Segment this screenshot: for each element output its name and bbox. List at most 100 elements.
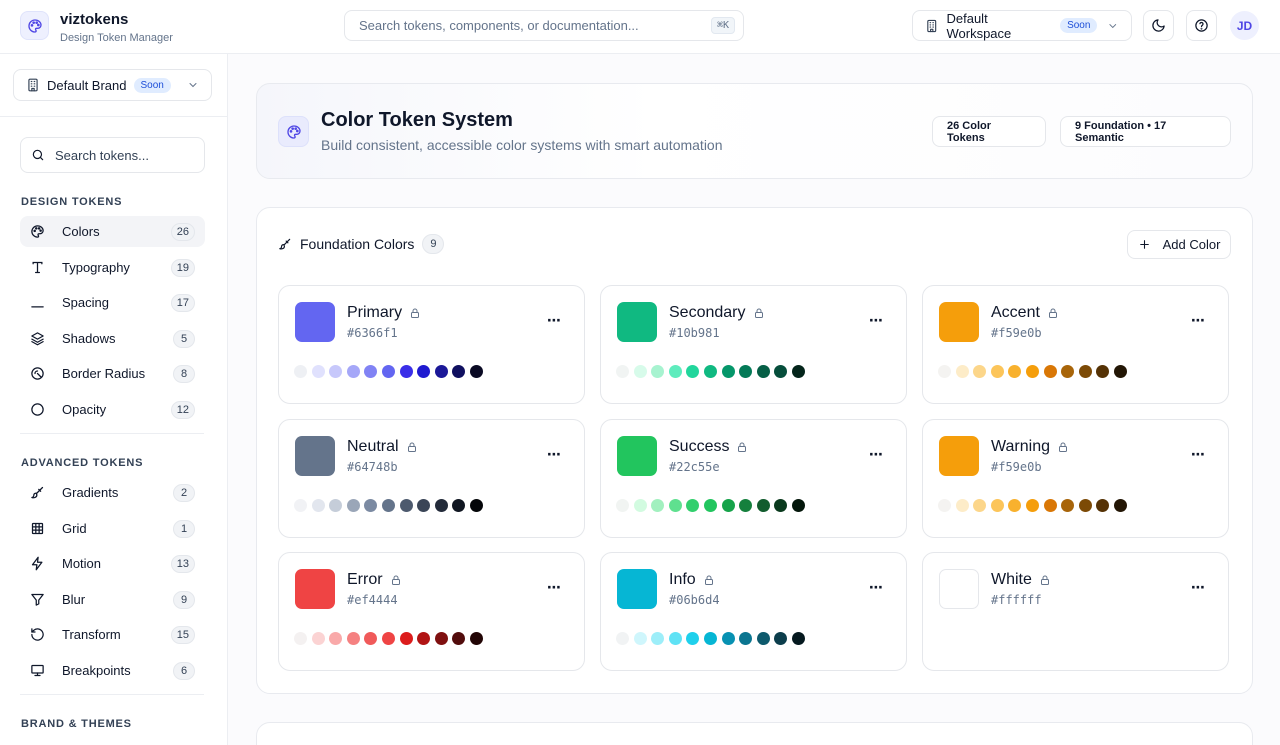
shade-swatch[interactable] <box>616 499 629 512</box>
shade-swatch[interactable] <box>955 365 969 378</box>
shade-swatch[interactable] <box>452 632 466 645</box>
shade-swatch[interactable] <box>381 365 395 378</box>
logo[interactable] <box>20 11 49 40</box>
shade-swatch[interactable] <box>1061 499 1075 512</box>
shade-swatch[interactable] <box>791 499 805 512</box>
sidebar-item-opacity[interactable]: Opacity 12 <box>20 394 205 425</box>
shade-swatch[interactable] <box>633 499 647 512</box>
more-options-icon[interactable]: ⋯ <box>1191 312 1206 329</box>
shade-swatch[interactable] <box>434 632 448 645</box>
shade-swatch[interactable] <box>774 632 788 645</box>
shade-swatch[interactable] <box>990 365 1004 378</box>
color-swatch[interactable] <box>617 436 657 476</box>
shade-swatch[interactable] <box>686 499 700 512</box>
shade-swatch[interactable] <box>739 632 753 645</box>
color-card-warning[interactable]: Warning #f59e0b ⋯ <box>922 419 1229 538</box>
shade-swatch[interactable] <box>1043 499 1057 512</box>
shade-swatch[interactable] <box>452 365 466 378</box>
shade-swatch[interactable] <box>346 632 360 645</box>
avatar[interactable]: JD <box>1230 11 1259 40</box>
shade-swatch[interactable] <box>774 499 788 512</box>
shade-swatch[interactable] <box>434 499 448 512</box>
shade-swatch[interactable] <box>651 499 665 512</box>
shade-swatch[interactable] <box>311 499 325 512</box>
workspace-select[interactable]: Default Workspace Soon <box>912 10 1132 41</box>
color-card-info[interactable]: Info #06b6d4 ⋯ <box>600 552 907 671</box>
shade-swatch[interactable] <box>791 632 805 645</box>
sidebar-item-spacing[interactable]: Spacing 17 <box>20 287 205 318</box>
shade-swatch[interactable] <box>399 499 413 512</box>
shade-swatch[interactable] <box>686 632 700 645</box>
shade-swatch[interactable] <box>346 499 360 512</box>
color-card-primary[interactable]: Primary #6366f1 ⋯ <box>278 285 585 404</box>
shade-swatch[interactable] <box>364 632 378 645</box>
shade-swatch[interactable] <box>417 499 431 512</box>
shade-swatch[interactable] <box>1008 365 1022 378</box>
sidebar-item-border-radius[interactable]: Border Radius 8 <box>20 358 205 389</box>
shade-swatch[interactable] <box>381 499 395 512</box>
token-search-input[interactable]: Search tokens... <box>20 137 205 173</box>
sidebar-item-typography[interactable]: Typography 19 <box>20 252 205 283</box>
shade-swatch[interactable] <box>469 365 483 378</box>
shade-swatch[interactable] <box>294 499 307 512</box>
shade-swatch[interactable] <box>703 632 717 645</box>
shade-swatch[interactable] <box>668 499 682 512</box>
shade-swatch[interactable] <box>1113 365 1127 378</box>
shade-swatch[interactable] <box>756 632 770 645</box>
shade-swatch[interactable] <box>973 365 987 378</box>
color-swatch[interactable] <box>295 569 335 609</box>
shade-swatch[interactable] <box>739 499 753 512</box>
shade-swatch[interactable] <box>633 632 647 645</box>
shade-swatch[interactable] <box>452 499 466 512</box>
sidebar-item-grid[interactable]: Grid 1 <box>20 513 205 544</box>
shade-swatch[interactable] <box>311 365 325 378</box>
shade-swatch[interactable] <box>469 499 483 512</box>
shade-swatch[interactable] <box>721 632 735 645</box>
shade-swatch[interactable] <box>1078 499 1092 512</box>
shade-swatch[interactable] <box>399 632 413 645</box>
more-options-icon[interactable]: ⋯ <box>547 312 562 329</box>
shade-swatch[interactable] <box>1096 365 1110 378</box>
shade-swatch[interactable] <box>469 632 483 645</box>
shade-swatch[interactable] <box>651 365 665 378</box>
shade-swatch[interactable] <box>417 365 431 378</box>
shade-swatch[interactable] <box>721 499 735 512</box>
shade-swatch[interactable] <box>756 365 770 378</box>
more-options-icon[interactable]: ⋯ <box>869 312 884 329</box>
shade-swatch[interactable] <box>294 632 307 645</box>
shade-swatch[interactable] <box>329 365 343 378</box>
color-swatch[interactable] <box>939 302 979 342</box>
sidebar-item-transform[interactable]: Transform 15 <box>20 619 205 650</box>
color-swatch[interactable] <box>939 436 979 476</box>
shade-swatch[interactable] <box>434 365 448 378</box>
color-swatch[interactable] <box>617 302 657 342</box>
shade-swatch[interactable] <box>1008 499 1022 512</box>
color-swatch[interactable] <box>939 569 979 609</box>
more-options-icon[interactable]: ⋯ <box>1191 446 1206 463</box>
shade-swatch[interactable] <box>938 365 951 378</box>
shade-swatch[interactable] <box>616 365 629 378</box>
shade-swatch[interactable] <box>616 632 629 645</box>
shade-swatch[interactable] <box>973 499 987 512</box>
theme-toggle-button[interactable] <box>1143 10 1174 41</box>
shade-swatch[interactable] <box>990 499 1004 512</box>
shade-swatch[interactable] <box>311 632 325 645</box>
shade-swatch[interactable] <box>1113 499 1127 512</box>
more-options-icon[interactable]: ⋯ <box>869 446 884 463</box>
color-swatch[interactable] <box>295 436 335 476</box>
shade-swatch[interactable] <box>417 632 431 645</box>
sidebar-item-breakpoints[interactable]: Breakpoints 6 <box>20 655 205 686</box>
shade-swatch[interactable] <box>633 365 647 378</box>
sidebar-item-colors[interactable]: Colors 26 <box>20 216 205 247</box>
brand-select[interactable]: Default Brand Soon <box>13 69 212 101</box>
shade-swatch[interactable] <box>955 499 969 512</box>
add-color-button[interactable]: Add Color <box>1127 230 1231 259</box>
shade-swatch[interactable] <box>1043 365 1057 378</box>
shade-swatch[interactable] <box>651 632 665 645</box>
shade-swatch[interactable] <box>364 499 378 512</box>
shade-swatch[interactable] <box>329 632 343 645</box>
shade-swatch[interactable] <box>1078 365 1092 378</box>
shade-swatch[interactable] <box>756 499 770 512</box>
global-search-input[interactable]: Search tokens, components, or documentat… <box>344 10 744 41</box>
shade-swatch[interactable] <box>791 365 805 378</box>
